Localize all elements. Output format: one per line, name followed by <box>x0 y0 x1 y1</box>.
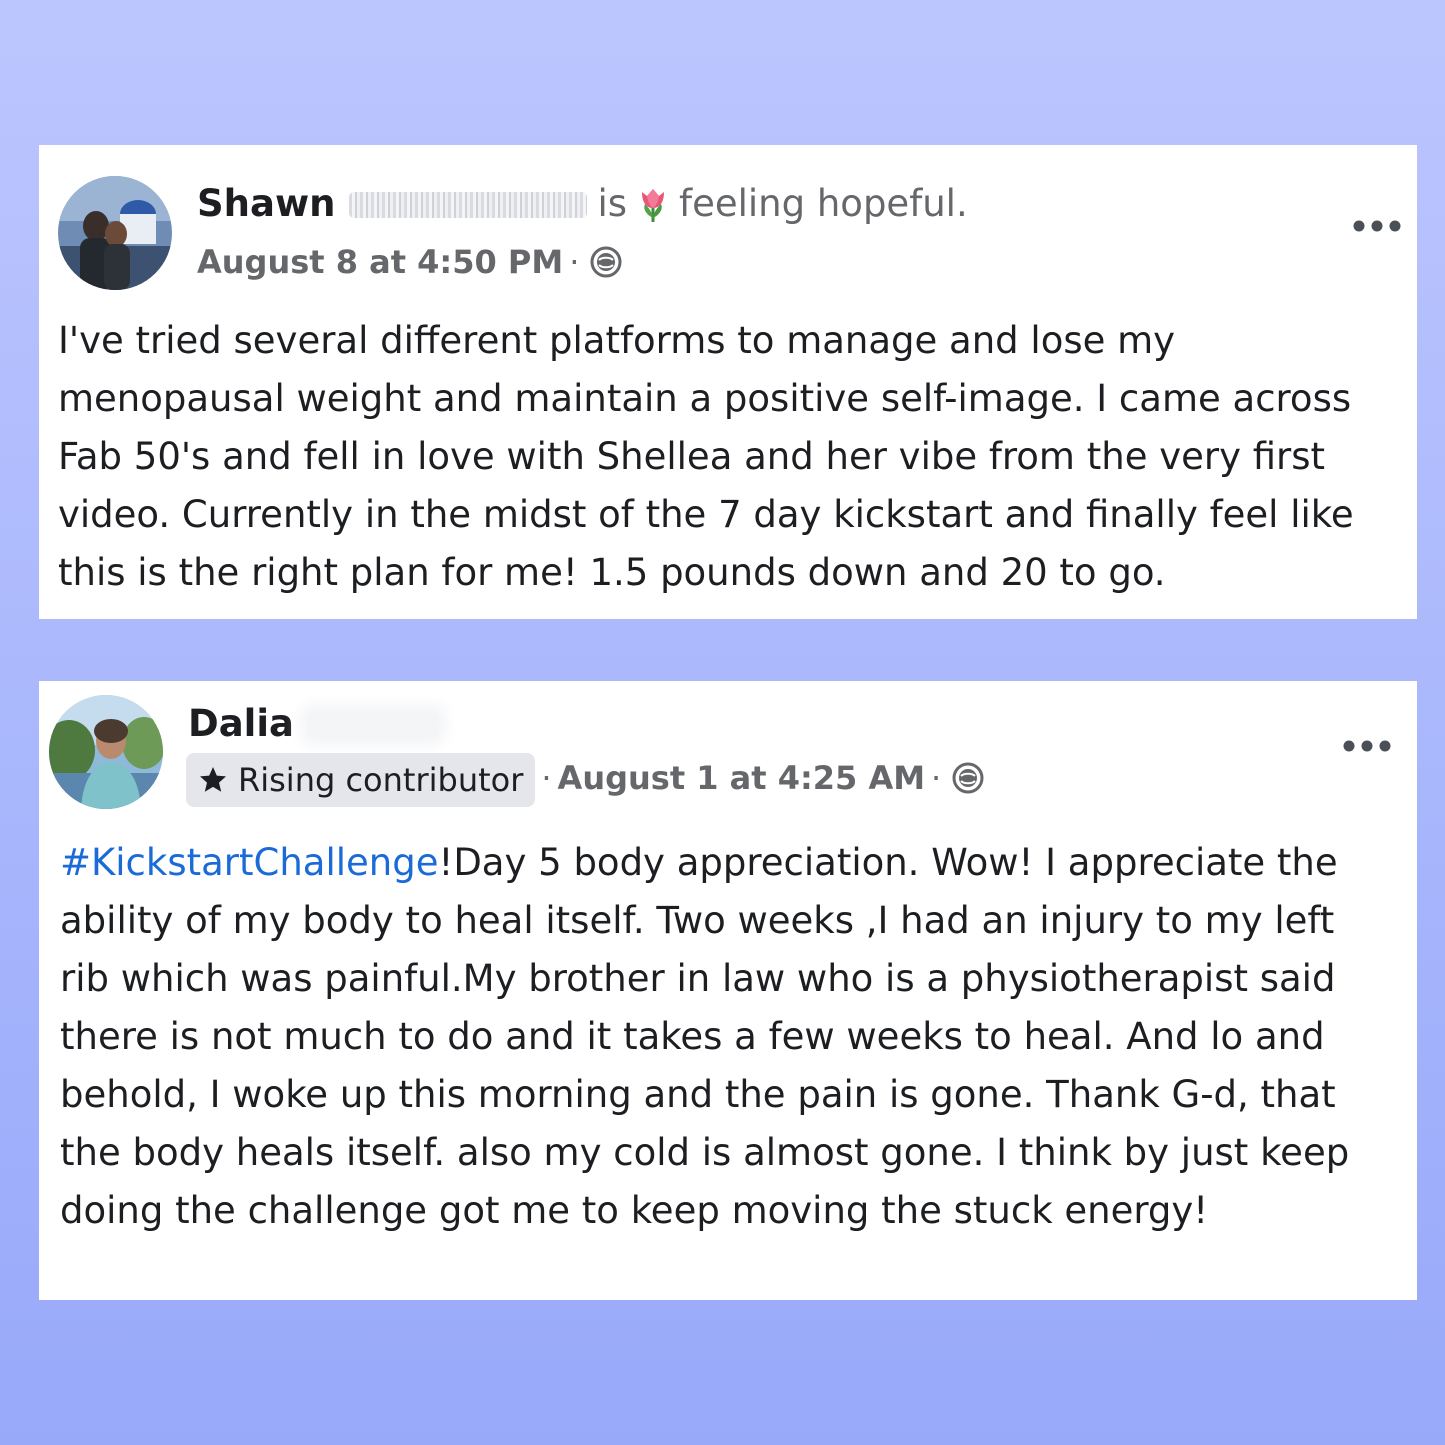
star-icon <box>198 765 228 795</box>
post-text-line: there is not much to do and it takes a f… <box>60 1015 1325 1058</box>
author-avatar[interactable] <box>49 695 163 809</box>
hashtag-link[interactable]: #KickstartChallenge <box>60 841 438 884</box>
post-text-line: behold, I woke up this morning and the p… <box>60 1073 1336 1116</box>
more-options-icon[interactable] <box>1341 736 1393 756</box>
post-text-line: this is the right plan for me! 1.5 pound… <box>58 551 1166 594</box>
timestamp-link[interactable]: August 1 at 4:25 AM <box>558 759 926 797</box>
post-text: #KickstartChallenge!Day 5 body appreciat… <box>60 834 1405 1240</box>
status-prefix: is <box>597 182 628 225</box>
post-text-line: menopausal weight and maintain a positiv… <box>58 377 1352 420</box>
post-header: Shawn is feeling hopeful. <box>197 182 968 226</box>
author-avatar[interactable] <box>58 176 172 290</box>
post-text-line: doing the challenge got me to keep movin… <box>60 1189 1209 1232</box>
post-text-fragment: !Day 5 body appreciation. Wow! I appreci… <box>438 841 1338 884</box>
author-name[interactable]: Dalia <box>188 702 294 745</box>
post-text: I've tried several different platforms t… <box>58 312 1403 602</box>
timestamp-link[interactable]: August 8 at 4:50 PM <box>197 243 563 281</box>
feeling-text: feeling hopeful. <box>679 182 968 225</box>
post-meta: Rising contributor · August 1 at 4:25 AM · <box>186 753 985 807</box>
post-header: Dalia <box>188 702 448 746</box>
separator: · <box>931 759 942 797</box>
separator: · <box>569 243 580 281</box>
more-options-icon[interactable] <box>1351 216 1403 236</box>
post-text-line: #KickstartChallenge!Day 5 body appreciat… <box>60 834 1405 892</box>
badge-label: Rising contributor <box>238 761 524 799</box>
post-card: Dalia Rising contributor · August 1 at 4:2… <box>39 681 1417 1300</box>
post-meta: August 8 at 4:50 PM · <box>197 242 623 282</box>
post-text-line: Fab 50's and fell in love with Shellea a… <box>58 435 1326 478</box>
contributor-badge[interactable]: Rising contributor <box>186 753 536 807</box>
post-text-line: ability of my body to heal itself. Two w… <box>60 899 1335 942</box>
post-text-line: I've tried several different platforms t… <box>58 319 1176 362</box>
globe-icon[interactable] <box>589 245 623 279</box>
post-text-line: video. Currently in the midst of the 7 d… <box>58 493 1354 536</box>
author-name[interactable]: Shawn <box>197 182 335 225</box>
redacted-surname <box>349 192 588 218</box>
redacted-surname <box>308 712 439 738</box>
post-text-line: the body heals itself. also my cold is a… <box>60 1131 1350 1174</box>
separator: · <box>541 759 552 797</box>
post-text-line: rib which was painful.My brother in law … <box>60 957 1336 1000</box>
post-card: Shawn is feeling hopeful. August 8 at 4:5… <box>39 145 1417 619</box>
tulip-icon <box>633 184 673 224</box>
globe-icon[interactable] <box>951 761 985 795</box>
